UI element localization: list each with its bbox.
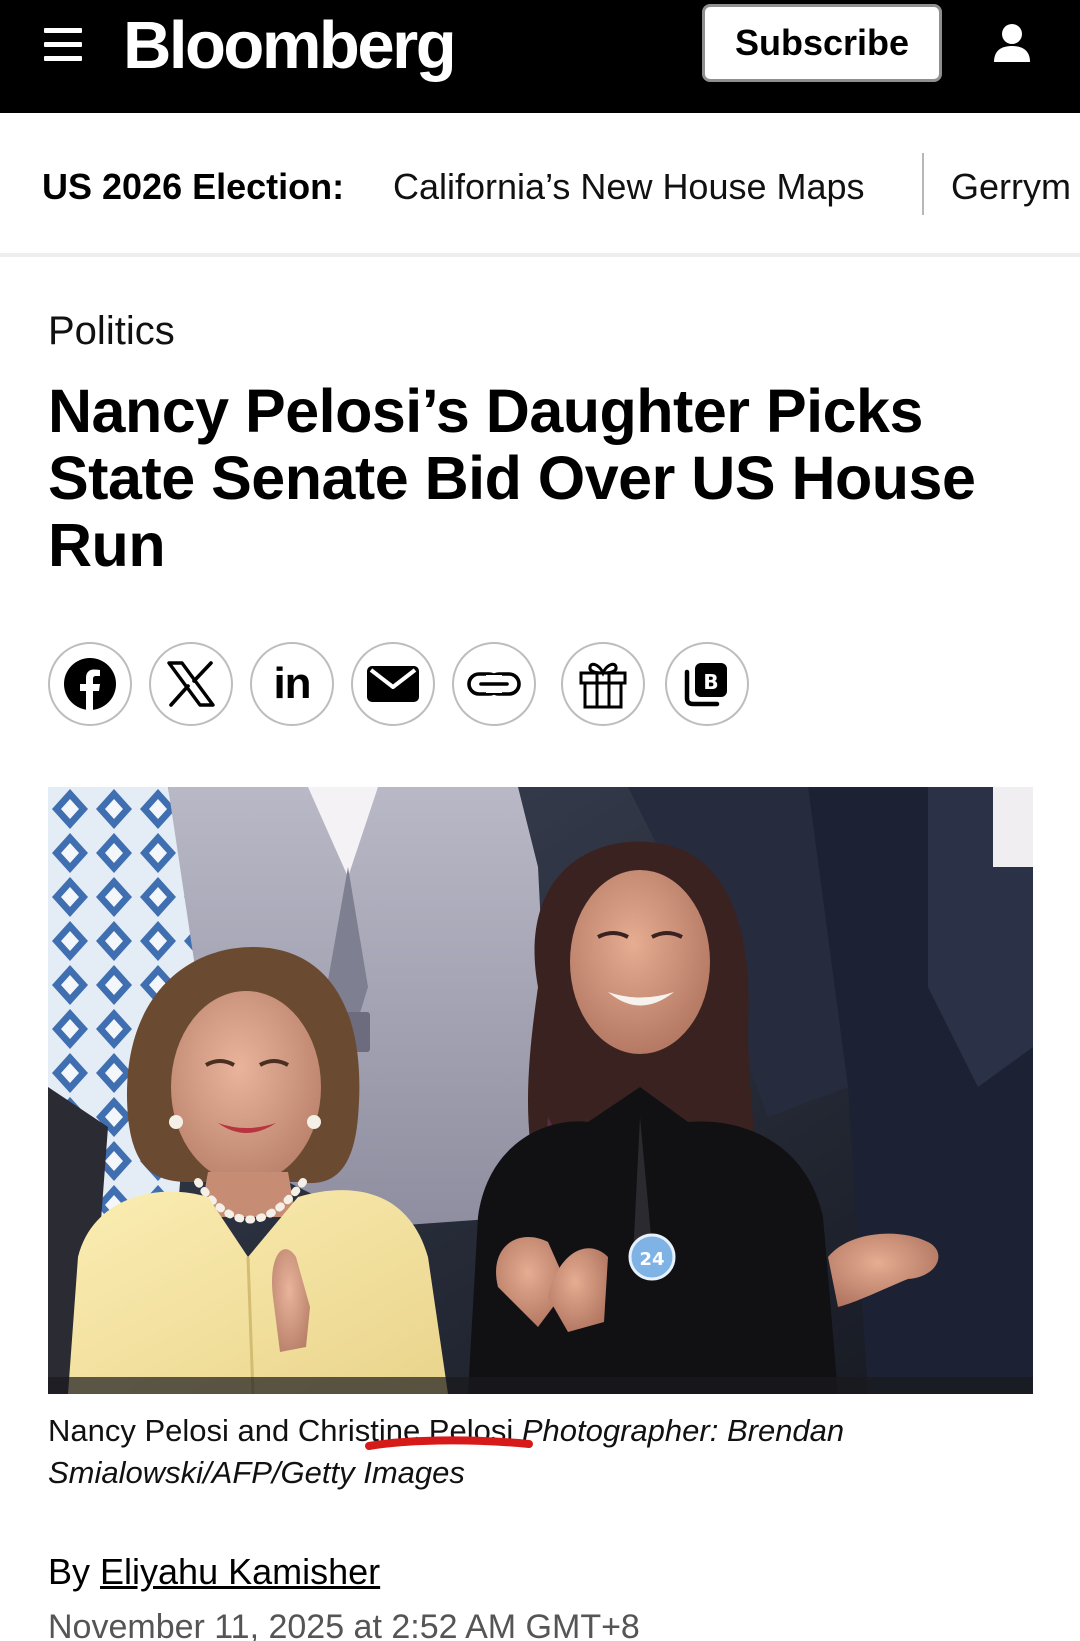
photo-caption: Nancy Pelosi and Christine Pelosi Photog…	[48, 1410, 1033, 1494]
email-icon	[367, 666, 419, 702]
byline-prefix: By	[48, 1551, 91, 1592]
top-navigation-bar: Bloomberg Subscribe	[0, 0, 1080, 113]
byline: By Eliyahu Kamisher	[48, 1550, 380, 1594]
article-headline: Nancy Pelosi’s Daughter Picks State Sena…	[48, 377, 976, 579]
photo-badge-number: 24	[639, 1249, 664, 1270]
share-email-button[interactable]	[351, 642, 435, 726]
election-link-house-maps[interactable]: California’s New House Maps	[393, 165, 865, 209]
election-bar-divider	[0, 253, 1080, 257]
gift-icon	[579, 662, 627, 709]
bloomberg-share-button[interactable]: B	[665, 642, 749, 726]
svg-text:B: B	[703, 670, 718, 694]
article-photo-illustration: 24	[48, 787, 1033, 1394]
election-label: US 2026 Election:	[42, 166, 345, 207]
hamburger-menu-icon[interactable]	[44, 28, 82, 62]
bloomberg-b-icon: B	[684, 663, 727, 707]
account-icon[interactable]	[990, 22, 1034, 64]
author-link[interactable]: Eliyahu Kamisher	[100, 1551, 380, 1592]
linkedin-icon: in	[273, 659, 311, 708]
share-x-button[interactable]	[149, 642, 233, 726]
copy-link-button[interactable]	[452, 642, 536, 726]
subscribe-button[interactable]: Subscribe	[702, 4, 942, 82]
link-icon	[467, 672, 521, 696]
x-icon	[167, 661, 215, 707]
election-topic-bar: US 2026 Election: California’s New House…	[0, 113, 1080, 253]
red-annotation-mark	[365, 1436, 533, 1450]
section-link-politics[interactable]: Politics	[48, 306, 175, 356]
election-link-divider	[922, 153, 924, 215]
share-linkedin-button[interactable]: in	[250, 642, 334, 726]
election-link-gerrymandering[interactable]: Gerrym	[951, 165, 1071, 209]
bloomberg-logo[interactable]: Bloomberg	[123, 6, 457, 86]
article-photo[interactable]: 24	[48, 787, 1033, 1394]
facebook-icon	[64, 658, 116, 711]
gift-article-button[interactable]	[561, 642, 645, 726]
publish-timestamp: November 11, 2025 at 2:52 AM GMT+8	[48, 1608, 640, 1641]
share-facebook-button[interactable]	[48, 642, 132, 726]
